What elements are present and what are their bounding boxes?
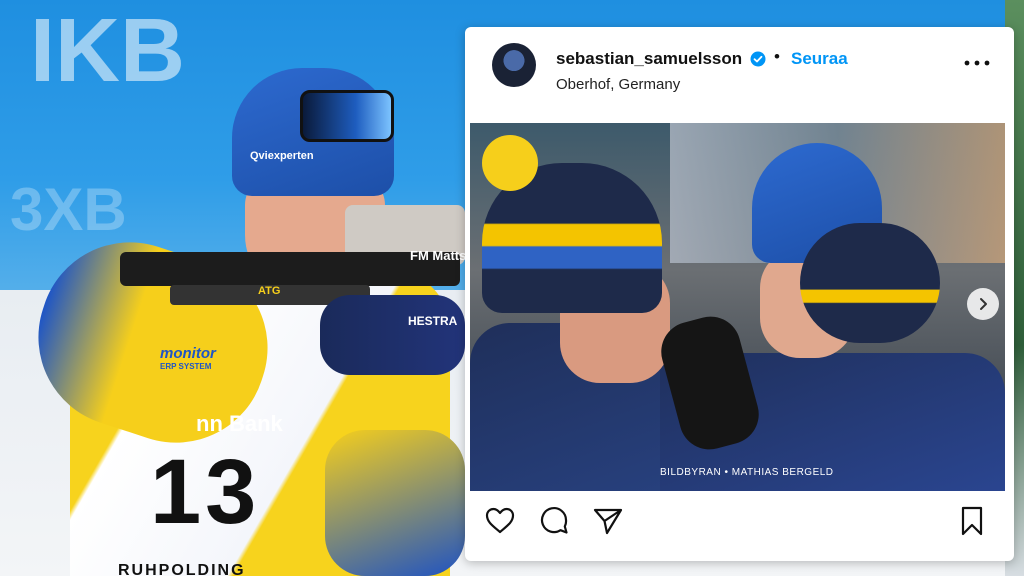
header-separator: • (774, 47, 780, 66)
more-options-icon[interactable] (962, 55, 992, 71)
hat-sponsor: Qviexperten (250, 150, 314, 162)
wall-logo: IKB (30, 1, 185, 101)
chevron-right-icon (980, 298, 987, 310)
bookmark-icon[interactable] (955, 504, 989, 538)
rifle (120, 252, 460, 286)
person-beanie (800, 223, 940, 343)
avatar[interactable] (492, 43, 536, 87)
comment-icon[interactable] (537, 504, 571, 538)
username-link[interactable]: sebastian_samuelsson (556, 49, 742, 69)
verified-badge-icon (750, 51, 766, 67)
wall-logo: 3XB (10, 176, 127, 243)
bank-sponsor: nn Bank (196, 411, 283, 436)
follow-button[interactable]: Seuraa (791, 49, 848, 69)
rifle-tag: ATG (258, 285, 281, 297)
bib-sponsor: RUHPOLDING (118, 562, 246, 576)
heart-icon[interactable] (483, 504, 517, 538)
instagram-post-card: sebastian_samuelsson • Seuraa Oberhof, G… (465, 27, 1014, 561)
post-actions (465, 497, 1014, 557)
athlete-goggles (300, 90, 394, 142)
post-header: sebastian_samuelsson • Seuraa Oberhof, G… (465, 27, 1014, 115)
send-icon[interactable] (591, 504, 625, 538)
chest-sponsor: monitor (160, 345, 216, 362)
post-photo[interactable]: BILDBYRAN • MATHIAS BERGELD (470, 123, 1005, 491)
glove-brand: HESTRA (408, 314, 458, 328)
athlete-right-arm (325, 430, 465, 576)
rifle-brand: FM Matts (410, 248, 467, 263)
photo-credit: BILDBYRAN • MATHIAS BERGELD (660, 467, 834, 478)
beanie-pompom (482, 135, 538, 191)
bib-number: 13 (150, 441, 261, 543)
location-link[interactable]: Oberhof, Germany (556, 76, 680, 93)
athlete-glove (320, 295, 465, 375)
chest-sponsor-sub: ERP SYSTEM (160, 362, 212, 371)
next-photo-button[interactable] (967, 288, 999, 320)
